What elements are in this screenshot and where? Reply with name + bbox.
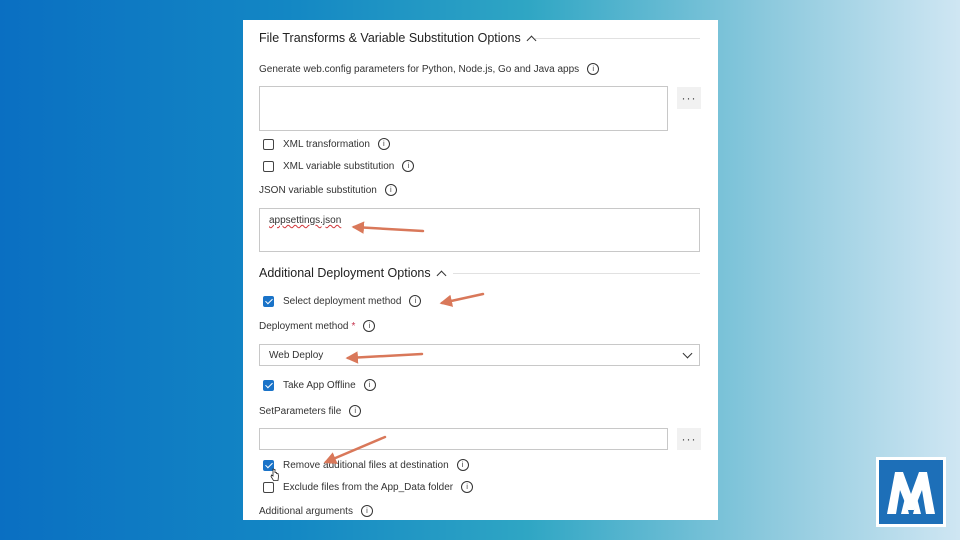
exclude-app-data-row[interactable]: Exclude files from the App_Data folder i	[263, 481, 474, 493]
file-transforms-section-header[interactable]: File Transforms & Variable Substitution …	[259, 31, 537, 45]
deployment-section-header[interactable]: Additional Deployment Options	[259, 266, 447, 280]
info-icon[interactable]: i	[461, 481, 474, 493]
xml-transformation-row[interactable]: XML transformation i	[263, 138, 390, 150]
section-divider	[535, 38, 700, 39]
exclude-app-data-label: Exclude files from the App_Data folder	[283, 481, 454, 493]
json-label-row: JSON variable substitution i	[259, 184, 397, 196]
info-icon[interactable]: i	[377, 138, 390, 150]
deployment-title: Additional Deployment Options	[259, 266, 431, 280]
info-icon[interactable]: i	[384, 184, 397, 196]
brand-logo	[876, 457, 946, 527]
remove-additional-files-row[interactable]: Remove additional files at destination i	[263, 459, 469, 471]
chevron-down-icon[interactable]	[682, 348, 693, 359]
take-app-offline-row[interactable]: Take App Offline i	[263, 379, 376, 391]
webconfig-label-row: Generate web.config parameters for Pytho…	[259, 63, 600, 75]
setparameters-label: SetParameters file	[259, 405, 342, 417]
setparameters-more-button[interactable]: ···	[677, 428, 701, 450]
select-deployment-method-checkbox[interactable]	[263, 295, 274, 307]
xml-variable-substitution-row[interactable]: XML variable substitution i	[263, 160, 415, 172]
info-icon[interactable]: i	[402, 160, 415, 172]
webconfig-label: Generate web.config parameters for Pytho…	[259, 63, 580, 75]
additional-arguments-label: Additional arguments	[259, 505, 353, 517]
deployment-method-label: Deployment method	[259, 320, 349, 332]
deployment-method-select[interactable]: Web Deploy	[259, 344, 700, 366]
info-icon[interactable]: i	[409, 295, 422, 307]
file-transforms-title: File Transforms & Variable Substitution …	[259, 31, 521, 45]
json-variable-substitution-label: JSON variable substitution	[259, 184, 377, 196]
json-variable-substitution-value: appsettings.json	[269, 215, 342, 226]
info-icon[interactable]: i	[363, 320, 376, 332]
logo-m-icon	[887, 472, 935, 514]
xml-variable-substitution-label: XML variable substitution	[283, 160, 395, 172]
additional-arguments-label-row: Additional arguments i	[259, 505, 373, 517]
task-settings-panel: File Transforms & Variable Substitution …	[243, 20, 718, 520]
xml-transformation-label: XML transformation	[283, 138, 370, 150]
info-icon[interactable]: i	[456, 459, 469, 471]
info-icon[interactable]: i	[349, 405, 362, 417]
chevron-up-icon[interactable]	[436, 270, 447, 280]
setparameters-label-row: SetParameters file i	[259, 405, 362, 417]
info-icon[interactable]: i	[360, 505, 373, 517]
setparameters-field[interactable]	[259, 428, 668, 450]
hand-cursor-icon	[270, 468, 279, 481]
webconfig-more-button[interactable]: ···	[677, 87, 701, 109]
logo-mark	[879, 460, 943, 524]
take-app-offline-checkbox[interactable]	[263, 379, 274, 391]
chevron-up-icon[interactable]	[526, 35, 537, 45]
select-deployment-method-row[interactable]: Select deployment method i	[263, 295, 422, 307]
required-mark: *	[351, 320, 356, 332]
select-deployment-method-label: Select deployment method	[283, 295, 402, 307]
json-variable-substitution-field[interactable]: appsettings.json	[259, 208, 700, 252]
deployment-method-value: Web Deploy	[269, 350, 324, 361]
remove-additional-files-label: Remove additional files at destination	[283, 459, 449, 471]
webconfig-field[interactable]	[259, 86, 668, 131]
xml-transformation-checkbox[interactable]	[263, 138, 274, 150]
take-app-offline-label: Take App Offline	[283, 379, 356, 391]
info-icon[interactable]: i	[363, 379, 376, 391]
exclude-app-data-checkbox[interactable]	[263, 481, 274, 493]
deployment-method-label-row: Deployment method * i	[259, 320, 376, 332]
section-divider	[453, 273, 700, 274]
xml-variable-substitution-checkbox[interactable]	[263, 160, 274, 172]
info-icon[interactable]: i	[587, 63, 600, 75]
